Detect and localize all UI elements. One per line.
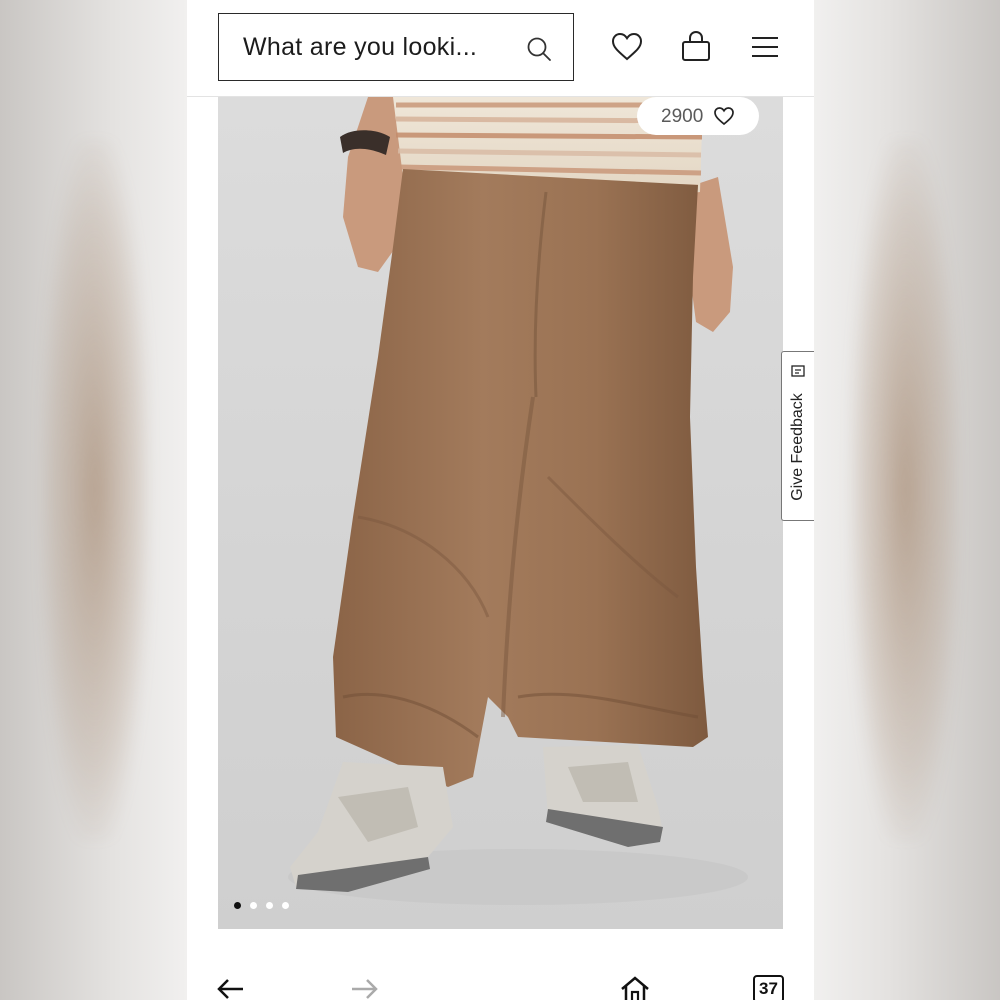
feedback-icon (791, 365, 805, 377)
carousel-dot[interactable] (282, 902, 289, 909)
home-icon[interactable] (619, 975, 651, 1000)
heart-icon (714, 107, 734, 126)
search-input[interactable]: What are you looki... (218, 13, 574, 81)
top-bar: What are you looki... (187, 0, 814, 97)
shopping-bag-icon[interactable] (679, 29, 713, 63)
feedback-label: Give Feedback (789, 393, 806, 501)
browser-bottom-bar: 37 (187, 955, 814, 1000)
product-photo-pants (288, 97, 748, 905)
menu-hamburger-icon[interactable] (749, 30, 783, 64)
product-image[interactable] (218, 97, 783, 929)
back-arrow-icon[interactable] (215, 977, 245, 1000)
forward-arrow-icon[interactable] (350, 977, 380, 1000)
search-placeholder: What are you looki... (243, 33, 478, 61)
phone-screen: What are you looki... 2900 Give Feedback… (187, 0, 814, 1000)
give-feedback-tab[interactable]: Give Feedback (781, 351, 814, 521)
wishlist-heart-icon[interactable] (610, 30, 644, 64)
like-count-badge[interactable]: 2900 (637, 97, 759, 135)
blurred-background-right (813, 0, 1000, 1000)
carousel-dot[interactable] (266, 902, 273, 909)
search-icon[interactable] (526, 36, 552, 62)
blurred-background-left (0, 0, 187, 1000)
carousel-dot-active[interactable] (234, 902, 241, 909)
like-count: 2900 (661, 106, 704, 127)
carousel-dot[interactable] (250, 902, 257, 909)
tabs-count-button[interactable]: 37 (753, 975, 784, 1000)
